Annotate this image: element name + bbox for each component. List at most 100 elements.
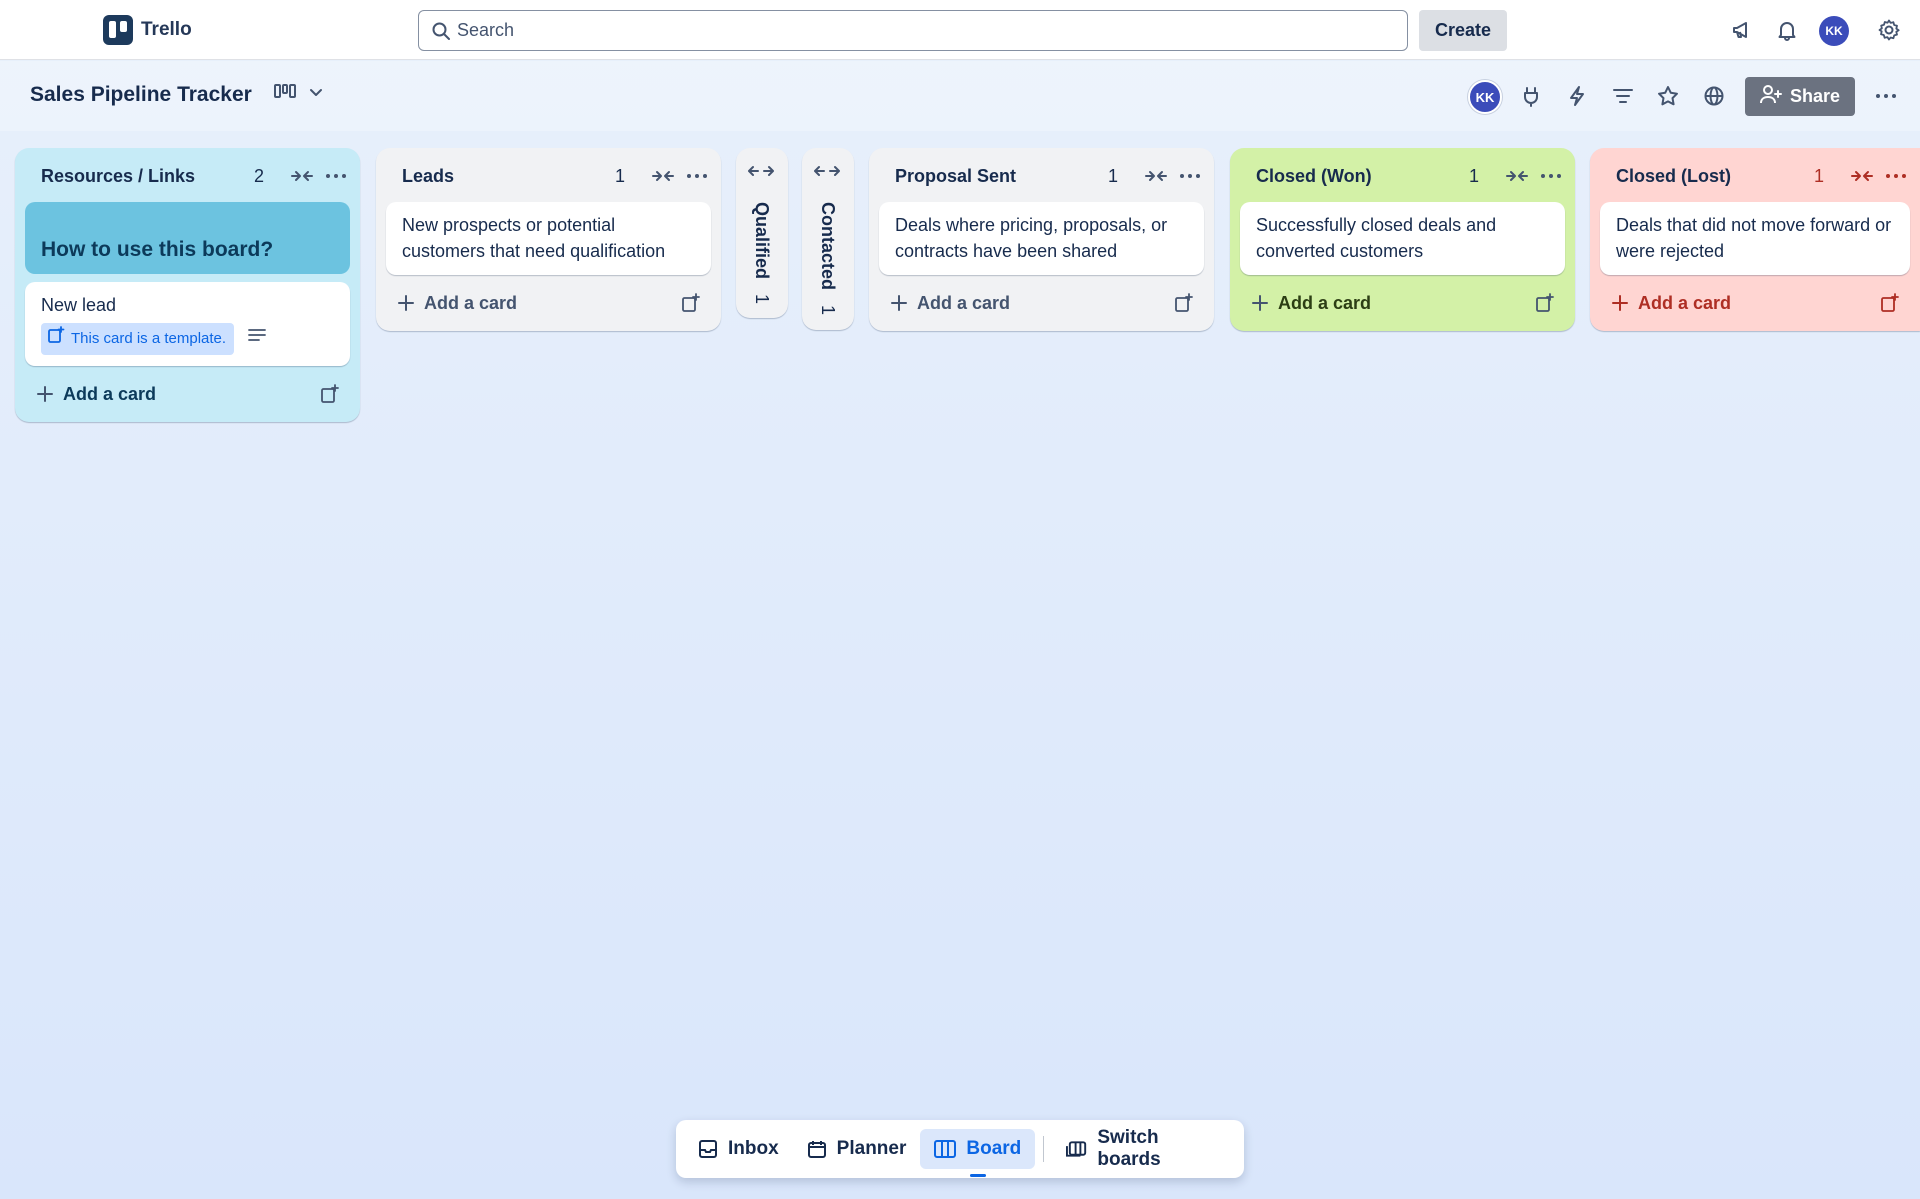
app-name: Trello	[141, 19, 192, 40]
add-card-label: Add a card	[424, 292, 518, 313]
list-menu-icon[interactable]	[1176, 162, 1204, 190]
template-badge-label: This card is a template.	[71, 330, 227, 347]
card-proposal-description[interactable]: Deals where pricing, proposals, or contr…	[879, 202, 1204, 275]
power-ups-icon[interactable]	[1516, 81, 1546, 111]
board-title[interactable]: Sales Pipeline Tracker	[30, 83, 252, 107]
plus-icon	[398, 295, 414, 311]
cover-card[interactable]: How to use this board?	[25, 202, 350, 274]
inbox-icon	[699, 1140, 717, 1158]
collapsed-list-label: Contacted 1	[817, 202, 838, 315]
list-title[interactable]: Leads	[402, 166, 615, 187]
nav-switch-label: Switch boards	[1097, 1127, 1161, 1170]
nav-inbox[interactable]: Inbox	[684, 1129, 793, 1169]
card-leads-description[interactable]: New prospects or potential customers tha…	[386, 202, 711, 275]
board-member-avatar[interactable]: KK	[1468, 80, 1502, 114]
trello-logo[interactable]: Trello	[103, 15, 192, 45]
card-title: New lead	[41, 295, 117, 315]
share-button[interactable]: Share	[1745, 77, 1855, 116]
create-from-template-icon[interactable]	[1880, 293, 1900, 318]
expand-list-icon[interactable]	[748, 164, 774, 183]
list-contacted-collapsed[interactable]: Contacted 1	[802, 148, 854, 330]
bell-icon[interactable]	[1772, 15, 1802, 45]
globe-icon[interactable]	[1699, 81, 1729, 111]
card-lost-description[interactable]: Deals that did not move forward or were …	[1600, 202, 1910, 275]
template-badge: This card is a template.	[41, 322, 235, 355]
add-card-button[interactable]: Add a card	[879, 283, 1204, 323]
expand-list-icon[interactable]	[814, 164, 840, 183]
nav-switch-boards[interactable]: Switch boards	[1052, 1127, 1236, 1170]
collapse-list-icon[interactable]	[1142, 162, 1170, 190]
collapse-list-icon[interactable]	[1503, 162, 1531, 190]
list-header: Resources / Links 2	[25, 158, 350, 194]
list-header: Closed (Lost) 1	[1600, 158, 1910, 194]
list-title[interactable]: Closed (Won)	[1256, 166, 1469, 187]
automation-icon[interactable]	[1562, 81, 1592, 111]
add-card-button[interactable]: Add a card	[1600, 283, 1910, 323]
nav-divider	[1043, 1136, 1045, 1162]
list-title[interactable]: Resources / Links	[41, 166, 254, 187]
list-proposal-sent: Proposal Sent 1 Deals where pricing, pro…	[869, 148, 1214, 331]
create-from-template-icon[interactable]	[320, 384, 340, 409]
share-label: Share	[1789, 86, 1841, 106]
more-options-icon[interactable]	[1871, 81, 1901, 111]
add-person-icon	[1759, 84, 1782, 109]
collapse-list-icon[interactable]	[1848, 162, 1876, 190]
list-title: Qualified	[752, 202, 772, 280]
plus-icon	[37, 386, 53, 402]
add-card-label: Add a card	[1278, 292, 1372, 313]
list-header: Leads 1	[386, 158, 711, 194]
create-from-template-icon[interactable]	[1535, 293, 1555, 318]
list-title: Contacted	[818, 202, 838, 291]
search-input[interactable]: Search	[418, 10, 1408, 51]
list-header: Proposal Sent 1	[879, 158, 1204, 194]
megaphone-icon[interactable]	[1727, 15, 1757, 45]
list-card-count: 1	[1813, 165, 1824, 186]
calendar-icon	[807, 1141, 826, 1158]
add-card-button[interactable]: Add a card	[25, 374, 350, 414]
board-header: Sales Pipeline Tracker KK Share	[0, 61, 1920, 131]
list-menu-icon[interactable]	[1882, 162, 1910, 190]
top-navigation-bar: Trello Search Create KK	[0, 0, 1920, 60]
board-view-icon	[274, 83, 296, 106]
board-view-switcher[interactable]	[274, 83, 324, 106]
add-card-label: Add a card	[917, 292, 1011, 313]
list-card-count: 1	[818, 305, 838, 316]
description-icon	[248, 324, 266, 350]
nav-planner[interactable]: Planner	[793, 1129, 921, 1169]
list-title[interactable]: Proposal Sent	[895, 166, 1108, 187]
list-card-count: 1	[1107, 165, 1118, 186]
collapse-list-icon[interactable]	[288, 162, 316, 190]
plus-icon	[1252, 295, 1268, 311]
plus-icon	[891, 295, 907, 311]
list-title[interactable]: Closed (Lost)	[1616, 166, 1814, 187]
list-closed-lost: Closed (Lost) 1 Deals that did not move …	[1590, 148, 1920, 331]
list-menu-icon[interactable]	[683, 162, 711, 190]
list-card-count: 1	[1468, 165, 1479, 186]
trello-logo-icon	[103, 15, 133, 45]
list-qualified-collapsed[interactable]: Qualified 1	[736, 148, 788, 318]
star-icon[interactable]	[1653, 81, 1683, 111]
add-card-button[interactable]: Add a card	[386, 283, 711, 323]
add-card-button[interactable]: Add a card	[1240, 283, 1565, 323]
card-won-description[interactable]: Successfully closed deals and converted …	[1240, 202, 1565, 275]
collapse-list-icon[interactable]	[649, 162, 677, 190]
user-avatar[interactable]: KK	[1819, 16, 1849, 46]
list-closed-won: Closed (Won) 1 Successfully closed deals…	[1230, 148, 1575, 331]
create-from-template-icon[interactable]	[681, 293, 701, 318]
create-button[interactable]: Create	[1419, 10, 1507, 51]
nav-board-label: Board	[966, 1138, 1022, 1159]
board-icon	[934, 1140, 957, 1158]
list-card-count: 1	[752, 294, 772, 305]
card-new-lead[interactable]: New lead This card is a template.	[25, 282, 350, 366]
nav-inbox-label: Inbox	[728, 1138, 779, 1159]
gear-icon[interactable]	[1874, 15, 1904, 45]
search-placeholder: Search	[457, 20, 515, 40]
nav-board[interactable]: Board	[920, 1129, 1036, 1177]
list-menu-icon[interactable]	[322, 162, 350, 190]
list-card-count: 1	[614, 165, 625, 186]
nav-planner-label: Planner	[836, 1138, 907, 1159]
template-card-icon	[47, 325, 65, 353]
create-from-template-icon[interactable]	[1174, 293, 1194, 318]
filter-icon[interactable]	[1608, 81, 1638, 111]
list-menu-icon[interactable]	[1537, 162, 1565, 190]
